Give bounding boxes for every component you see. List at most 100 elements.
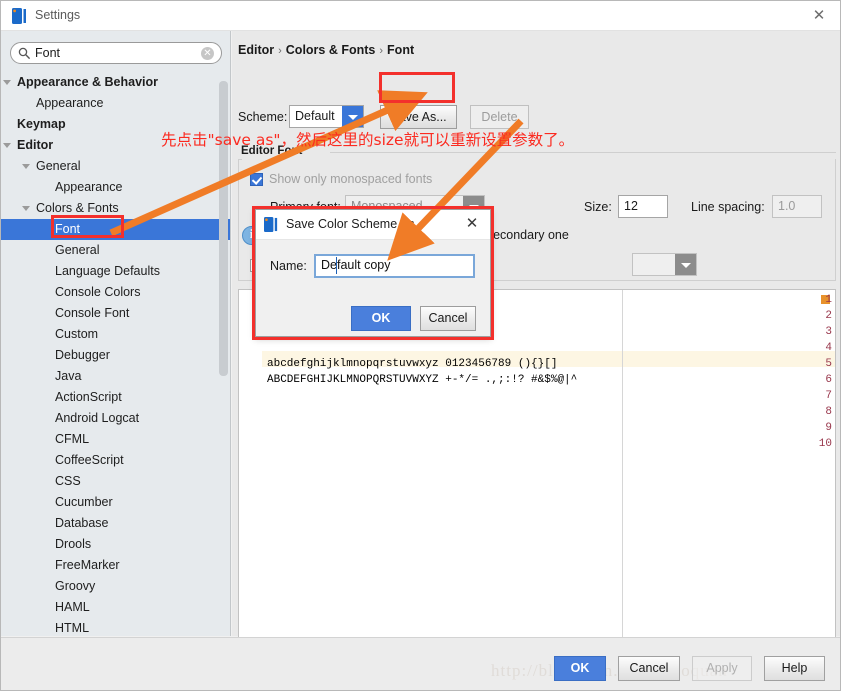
sidebar-item-database[interactable]: Database	[1, 513, 230, 534]
line-spacing-input[interactable]: 1.0	[772, 195, 822, 218]
breadcrumb-part-2: Colors & Fonts	[285, 43, 376, 57]
secondary-font-select[interactable]	[632, 253, 697, 276]
sidebar-item-android-logcat[interactable]: Android Logcat	[1, 408, 230, 429]
breadcrumb-separator-1: ›	[278, 45, 282, 57]
expander-icon[interactable]	[22, 206, 30, 211]
sidebar-item-label: Groovy	[55, 579, 96, 593]
dialog-titlebar: Save Color Scheme As ✕	[256, 210, 490, 240]
chevron-down-icon[interactable]	[675, 254, 696, 275]
sidebar-item-label: Language Defaults	[55, 264, 160, 278]
sidebar-item-freemarker[interactable]: FreeMarker	[1, 555, 230, 576]
sidebar-item-label: Appearance	[55, 180, 123, 194]
sidebar-item-label: General	[36, 159, 81, 173]
sidebar-item-label: Debugger	[55, 348, 110, 362]
line-spacing-label: Line spacing:	[691, 200, 765, 214]
line-spacing-input-value: 1.0	[778, 199, 796, 213]
sidebar-item-label: Font	[55, 222, 81, 236]
sidebar-item-general[interactable]: General	[1, 156, 230, 177]
sidebar-item-custom[interactable]: Custom	[1, 324, 230, 345]
preview-line-number: 1	[825, 294, 832, 306]
sidebar-item-css[interactable]: CSS	[1, 471, 230, 492]
save-as-button[interactable]: Save As...	[380, 105, 457, 129]
sidebar-item-haml[interactable]: HAML	[1, 597, 230, 618]
sidebar-item-label: Appearance	[36, 96, 104, 110]
sidebar-item-colors-fonts[interactable]: Colors & Fonts	[1, 198, 230, 219]
preview-code-line: abcdefghijklmnopqrstuvwxyz 0123456789 ()…	[267, 358, 558, 370]
scheme-select[interactable]: Default	[289, 105, 364, 128]
dialog-cancel-button[interactable]: Cancel	[420, 306, 476, 331]
dialog-title: Save Color Scheme As	[286, 217, 415, 231]
show-monospaced-label: Show only monospaced fonts	[269, 172, 433, 186]
scheme-select-value: Default	[295, 109, 335, 123]
close-icon[interactable]: ✕	[463, 215, 481, 233]
sidebar-item-language-defaults[interactable]: Language Defaults	[1, 261, 230, 282]
show-monospaced-checkbox[interactable]	[250, 173, 263, 186]
apply-button: Apply	[692, 656, 752, 681]
sidebar-item-html[interactable]: HTML	[1, 618, 230, 636]
breadcrumb-part-3: Font	[387, 43, 415, 57]
sidebar-item-label: CSS	[55, 474, 81, 488]
sidebar-item-label: Keymap	[17, 117, 66, 131]
expander-icon[interactable]	[3, 80, 11, 85]
preview-right-margin-line	[622, 290, 623, 658]
help-button[interactable]: Help	[764, 656, 825, 681]
breadcrumb-separator-2: ›	[379, 45, 384, 57]
sidebar-item-label: Custom	[55, 327, 99, 341]
breadcrumb-part-1: Editor	[238, 43, 275, 57]
sidebar-item-label: CFML	[55, 432, 90, 446]
sidebar-item-cucumber[interactable]: Cucumber	[1, 492, 230, 513]
size-input[interactable]: 12	[618, 195, 668, 218]
sidebar-item-console-font[interactable]: Console Font	[1, 303, 230, 324]
sidebar-item-label: Appearance & Behavior	[17, 75, 159, 89]
sidebar-item-cfml[interactable]: CFML	[1, 429, 230, 450]
settings-sidebar: Font ✕ Appearance & Behavior Appearance Ke…	[1, 31, 231, 636]
sidebar-item-keymap[interactable]: Keymap	[1, 114, 230, 135]
sidebar-item-appearance-behavior[interactable]: Appearance & Behavior	[1, 72, 230, 93]
preview-line-number: 6	[825, 374, 832, 386]
sidebar-item-label: Java	[55, 369, 82, 383]
settings-tree[interactable]: Appearance & Behavior Appearance Keymap Edi…	[1, 72, 230, 636]
sidebar-item-coffeescript[interactable]: CoffeeScript	[1, 450, 230, 471]
preview-line-number: 7	[825, 390, 832, 402]
sidebar-item-label: Console Font	[55, 306, 130, 320]
preview-line-number: 5	[825, 358, 832, 370]
intellij-logo-icon	[264, 217, 278, 232]
scheme-label: Scheme:	[238, 110, 288, 124]
cancel-button[interactable]: Cancel	[618, 656, 680, 681]
scheme-name-input[interactable]: Default copy	[314, 254, 475, 278]
search-input[interactable]: Font ✕	[10, 42, 222, 64]
sidebar-scrollbar-thumb[interactable]	[219, 81, 228, 376]
text-caret	[336, 257, 337, 274]
sidebar-item-appearance[interactable]: Appearance	[1, 93, 230, 114]
preview-code-line: ABCDEFGHIJKLMNOPQRSTUVWXYZ +-*/= .,;:!? …	[267, 374, 578, 386]
sidebar-item-actionscript[interactable]: ActionScript	[1, 387, 230, 408]
clear-icon[interactable]: ✕	[201, 47, 214, 60]
sidebar-item-editor[interactable]: Editor	[1, 135, 230, 156]
sidebar-item-general[interactable]: General	[1, 240, 230, 261]
dialog-ok-button[interactable]: OK	[351, 306, 411, 331]
breadcrumb: Editor › Colors & Fonts › Font	[238, 43, 414, 57]
preview-line-number: 10	[818, 438, 832, 450]
sidebar-item-label: ActionScript	[55, 390, 122, 404]
sidebar-item-drools[interactable]: Drools	[1, 534, 230, 555]
sidebar-item-font[interactable]: Font	[1, 219, 230, 240]
sidebar-item-appearance[interactable]: Appearance	[1, 177, 230, 198]
font-preview-area[interactable]: 12345678910 ndingport.abcdefghijklmnopqr…	[238, 289, 836, 659]
ok-button[interactable]: OK	[554, 656, 606, 681]
sidebar-item-label: CoffeeScript	[55, 453, 124, 467]
sidebar-item-label: Cucumber	[55, 495, 113, 509]
editor-font-group-title: Editor Font	[238, 145, 306, 157]
sidebar-item-groovy[interactable]: Groovy	[1, 576, 230, 597]
scheme-name-input-value: Default copy	[321, 258, 391, 272]
settings-window: Settings ✕ Font ✕ Appearance & Behavior A…	[0, 0, 841, 691]
sidebar-item-java[interactable]: Java	[1, 366, 230, 387]
search-icon	[18, 47, 31, 60]
expander-icon[interactable]	[22, 164, 30, 169]
sidebar-item-label: Android Logcat	[55, 411, 140, 425]
expander-icon[interactable]	[3, 143, 11, 148]
sidebar-item-debugger[interactable]: Debugger	[1, 345, 230, 366]
sidebar-item-label: Database	[55, 516, 109, 530]
sidebar-item-console-colors[interactable]: Console Colors	[1, 282, 230, 303]
chevron-down-icon[interactable]	[342, 106, 363, 127]
close-icon[interactable]: ✕	[810, 7, 828, 25]
